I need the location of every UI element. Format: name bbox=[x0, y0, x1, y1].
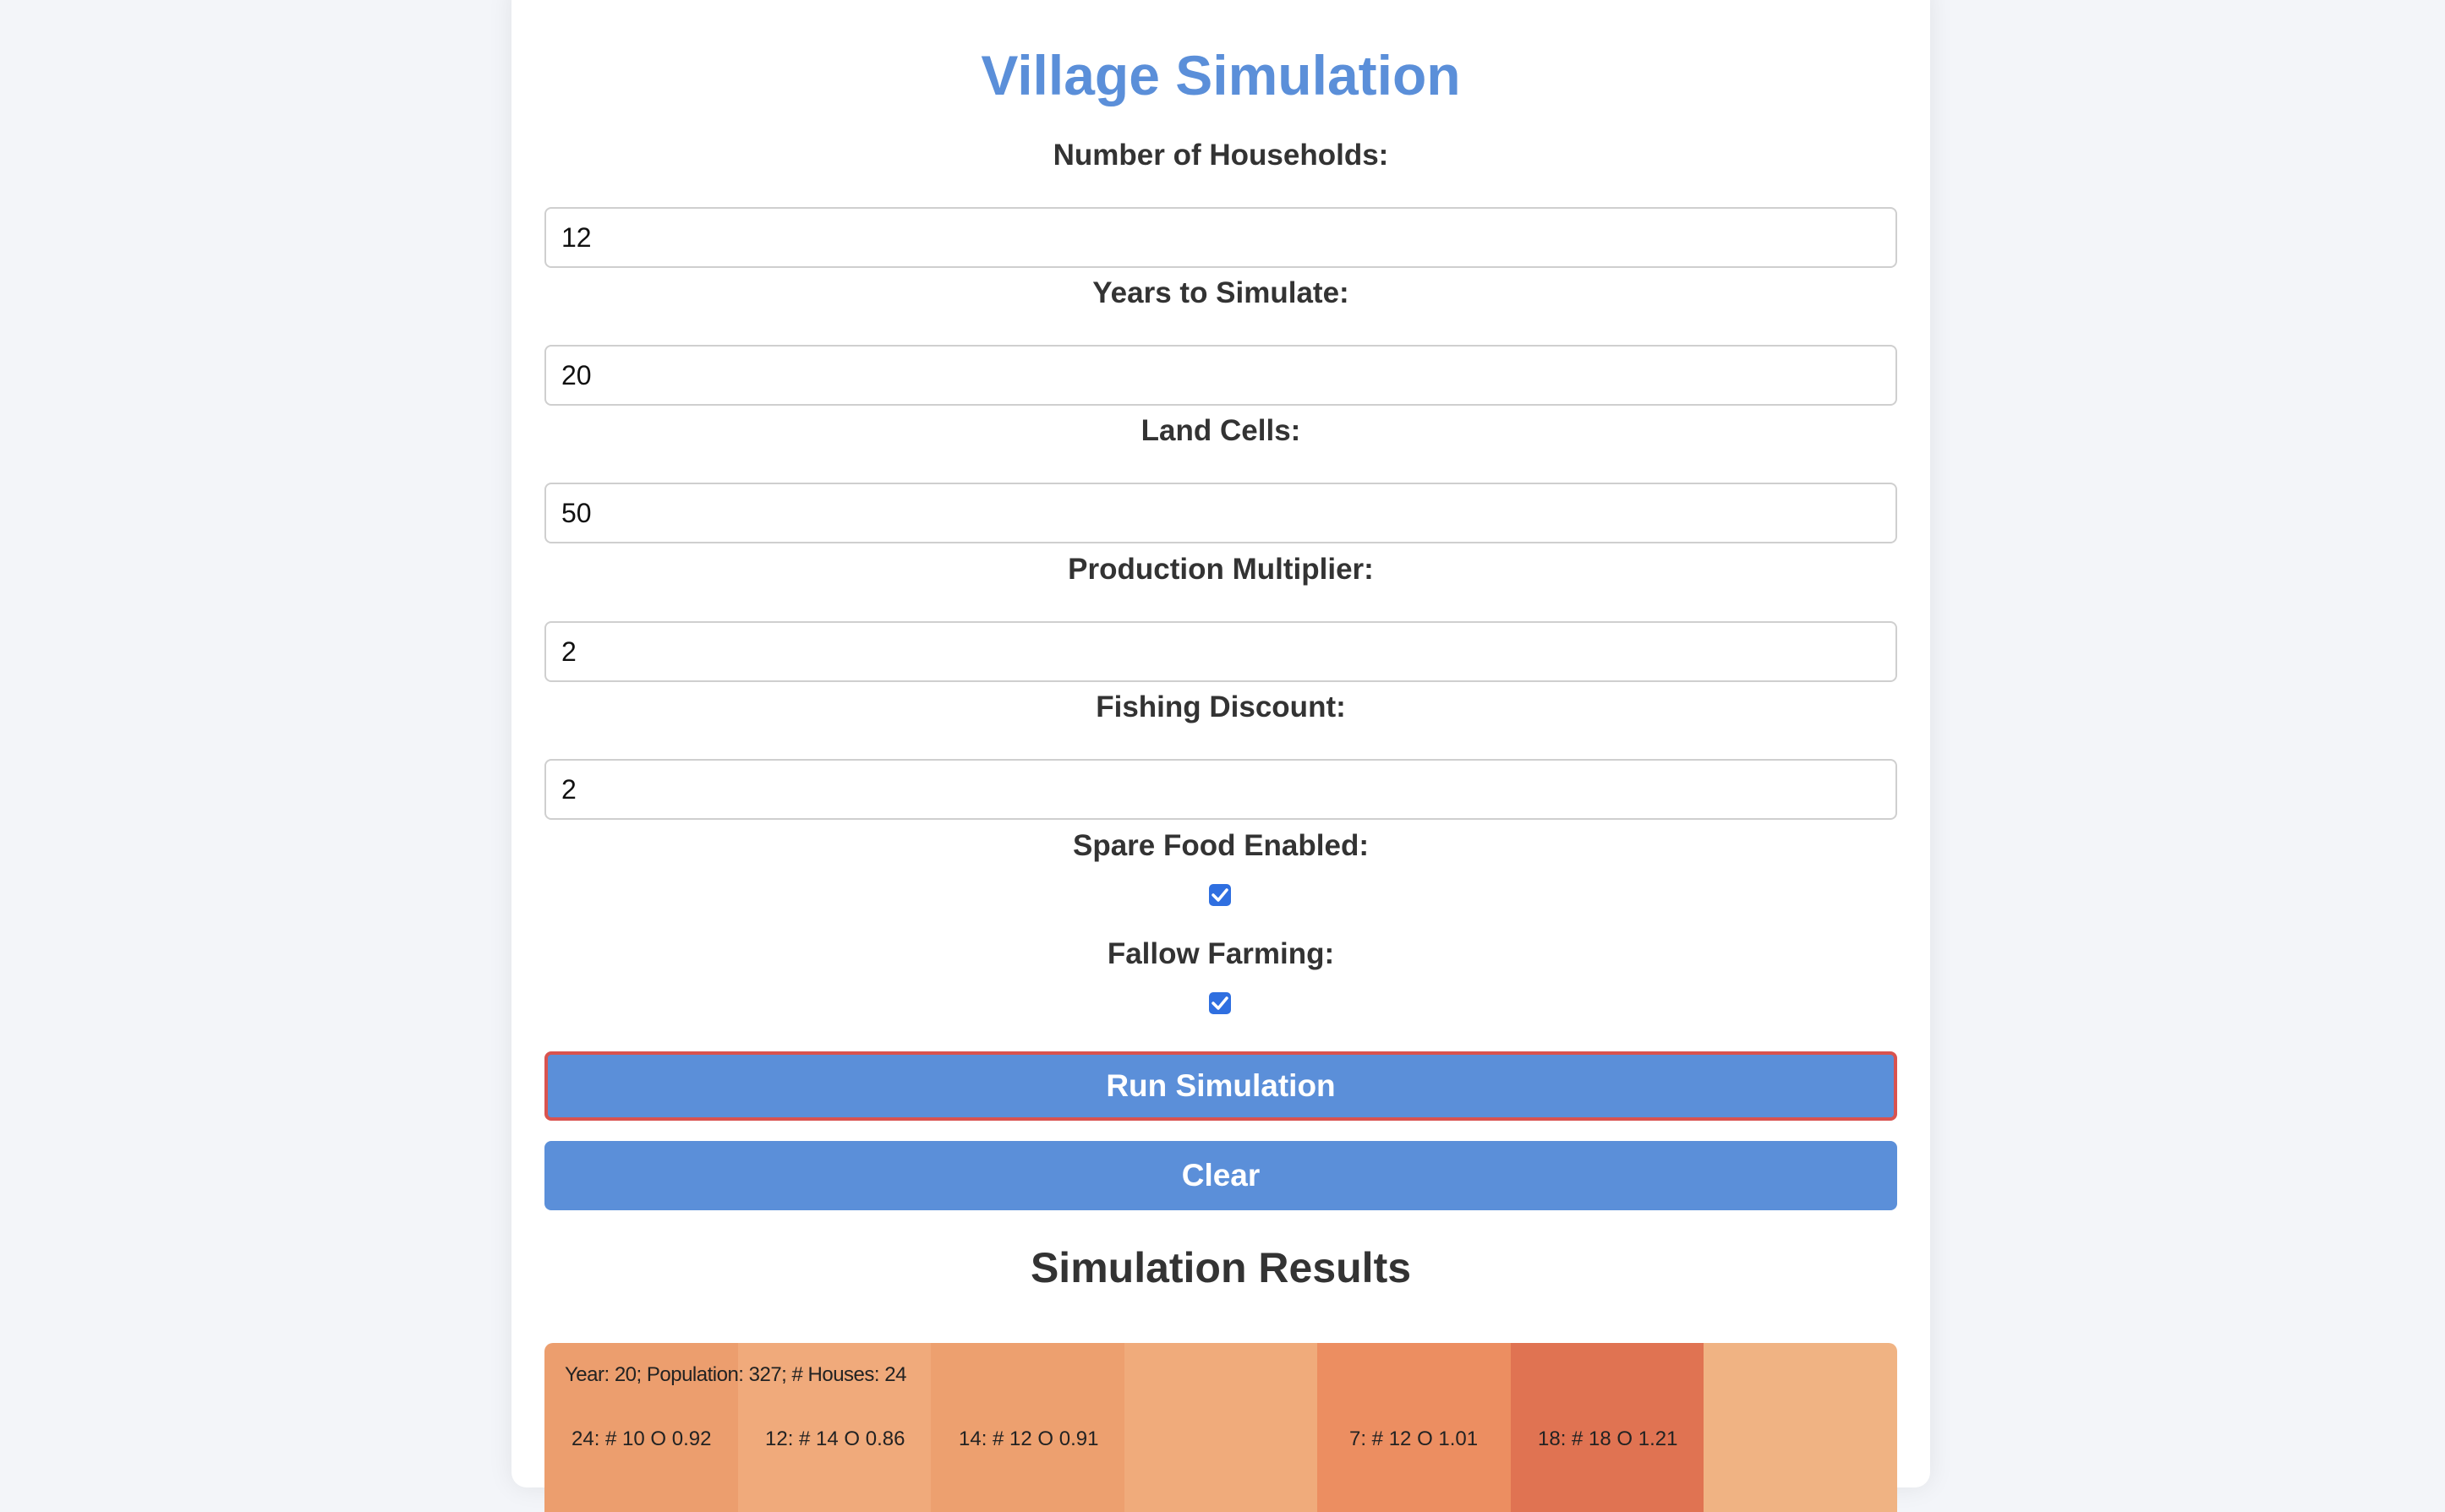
household-label: 24: # 10 O 0.92 bbox=[572, 1427, 712, 1450]
household-label: 18: # 18 O 1.21 bbox=[1538, 1427, 1678, 1450]
spare-food-label: Spare Food Enabled: bbox=[1072, 829, 1370, 862]
grid-cell bbox=[1704, 1343, 1897, 1512]
years-input[interactable] bbox=[544, 345, 1897, 406]
checkmark-icon bbox=[1212, 996, 1228, 1010]
page-title: Village Simulation bbox=[981, 44, 1461, 106]
form-container: Village Simulation Number of Households:… bbox=[544, 0, 1897, 1512]
fishing-discount-label: Fishing Discount: bbox=[1096, 690, 1346, 723]
grid-cell bbox=[1124, 1343, 1317, 1512]
land-cells-label: Land Cells: bbox=[1140, 414, 1301, 447]
households-input[interactable] bbox=[544, 207, 1897, 268]
spare-food-checkbox[interactable] bbox=[1209, 884, 1231, 906]
checkmark-icon bbox=[1212, 888, 1228, 902]
households-label: Number of Households: bbox=[1053, 139, 1389, 172]
village-grid: Year: 20; Population: 327; # Houses: 24 … bbox=[544, 1343, 1897, 1512]
simulation-summary: Year: 20; Population: 327; # Houses: 24 bbox=[565, 1363, 906, 1386]
years-label: Years to Simulate: bbox=[1092, 276, 1349, 309]
household-label: 14: # 12 O 0.91 bbox=[959, 1427, 1099, 1450]
clear-button[interactable]: Clear bbox=[544, 1141, 1897, 1210]
fallow-farming-checkbox[interactable] bbox=[1209, 992, 1231, 1014]
simulation-card: Village Simulation Number of Households:… bbox=[511, 0, 1930, 1512]
household-label: 7: # 12 O 1.01 bbox=[1349, 1427, 1479, 1450]
land-cells-input[interactable] bbox=[544, 483, 1897, 543]
production-multiplier-label: Production Multiplier: bbox=[1068, 553, 1374, 586]
fallow-farming-label: Fallow Farming: bbox=[1107, 937, 1335, 970]
run-simulation-button[interactable]: Run Simulation bbox=[544, 1051, 1897, 1121]
household-label: 12: # 14 O 0.86 bbox=[765, 1427, 905, 1450]
production-multiplier-input[interactable] bbox=[544, 621, 1897, 682]
fishing-discount-input[interactable] bbox=[544, 759, 1897, 820]
results-title: Simulation Results bbox=[1030, 1244, 1412, 1291]
